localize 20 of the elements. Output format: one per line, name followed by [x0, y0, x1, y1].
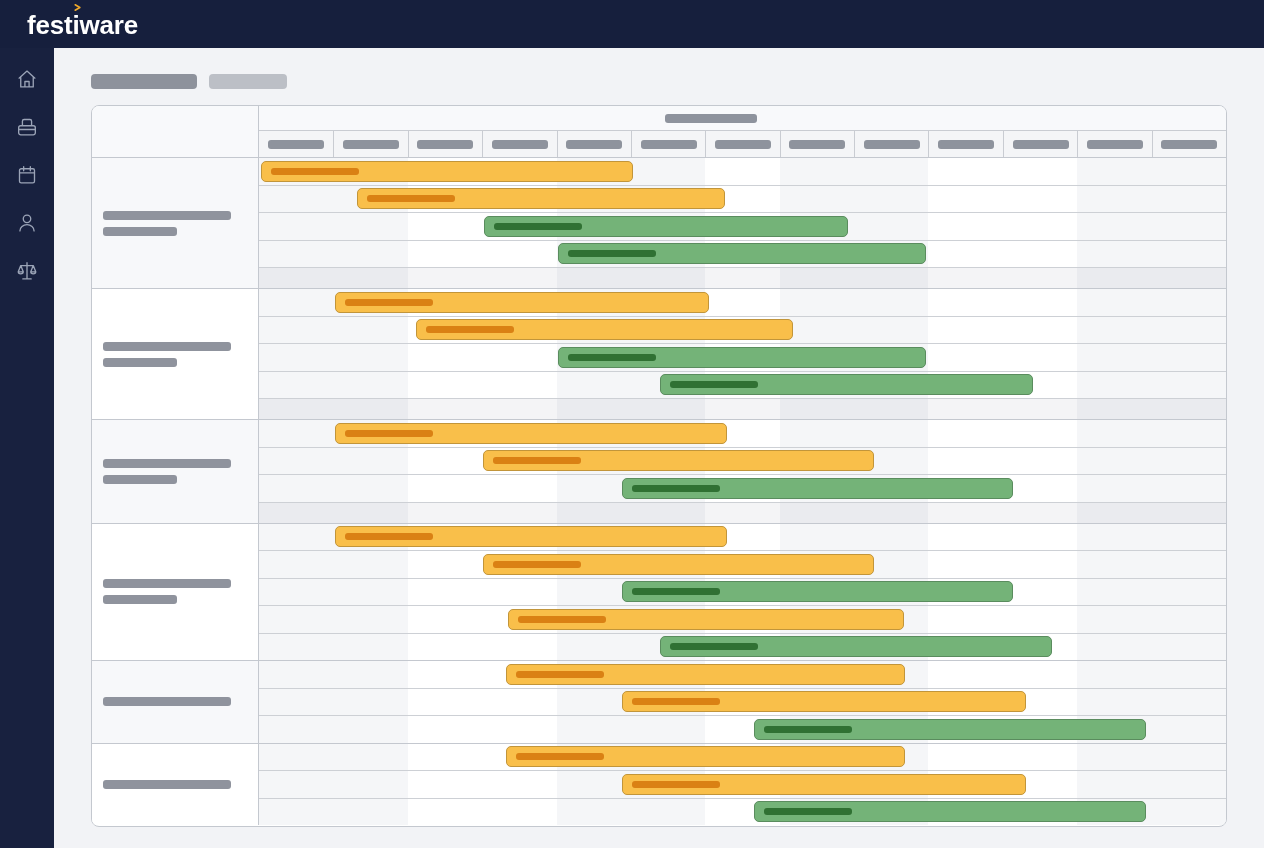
- home-icon[interactable]: [17, 69, 37, 89]
- logo-text: festiware: [27, 12, 138, 38]
- text-placeholder: [417, 139, 474, 149]
- text-placeholder: [938, 139, 995, 149]
- text-placeholder: [863, 139, 920, 149]
- text-placeholder: [789, 139, 846, 149]
- user-icon[interactable]: [17, 213, 37, 233]
- text-placeholder: [715, 139, 771, 149]
- text-placeholder: [491, 139, 548, 149]
- text-placeholder: [566, 139, 623, 149]
- text-placeholder: [343, 139, 400, 149]
- text-placeholder: [1086, 139, 1143, 149]
- chevron-icon: [74, 4, 81, 11]
- text-placeholder: [1012, 139, 1069, 149]
- calendar-icon[interactable]: [17, 165, 37, 185]
- scales-icon[interactable]: [17, 261, 37, 281]
- text-placeholder: [1161, 139, 1218, 149]
- text-placeholder: [268, 139, 325, 149]
- box-icon[interactable]: [17, 117, 37, 137]
- text-placeholder: [640, 139, 697, 149]
